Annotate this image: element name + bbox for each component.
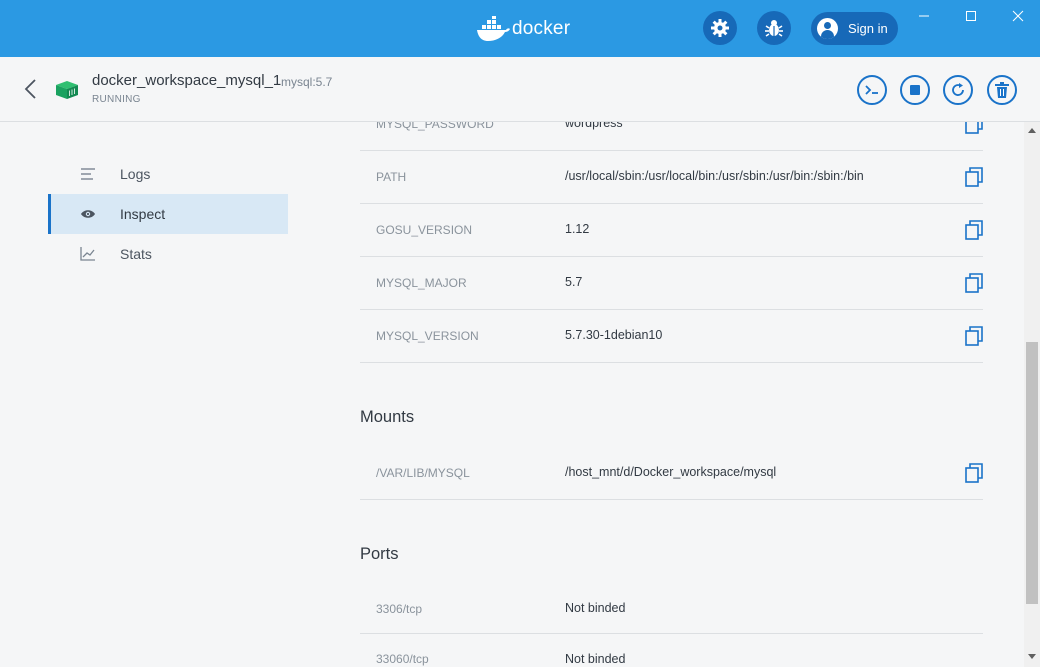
vertical-scrollbar[interactable] <box>1024 122 1040 667</box>
brand-name: docker <box>512 18 571 39</box>
env-key: PATH <box>376 170 407 184</box>
copy-icon[interactable] <box>965 273 983 293</box>
container-name: docker_workspace_mysql_1 <box>92 72 282 89</box>
minimize-button[interactable] <box>914 6 934 26</box>
close-button[interactable] <box>1008 6 1028 26</box>
scroll-up-arrow-icon[interactable] <box>1028 128 1036 133</box>
port-row: 3306/tcp Not binded <box>360 582 983 634</box>
env-value: 5.7.30-1debian10 <box>565 328 663 342</box>
port-key: 33060/tcp <box>376 652 429 666</box>
stop-button[interactable] <box>900 75 930 105</box>
scroll-down-arrow-icon[interactable] <box>1028 654 1036 659</box>
gear-icon <box>711 19 729 37</box>
container-icon <box>56 81 78 104</box>
env-key: MYSQL_MAJOR <box>376 276 467 290</box>
copy-icon[interactable] <box>965 122 983 134</box>
restart-button[interactable] <box>943 75 973 105</box>
container-header: docker_workspace_mysql_1 mysql:5.7 RUNNI… <box>0 57 1040 122</box>
back-button[interactable] <box>22 78 40 100</box>
user-avatar-icon <box>817 18 838 39</box>
docker-logo: docker <box>476 14 570 44</box>
cli-button[interactable] <box>857 75 887 105</box>
ports-title: Ports <box>360 545 399 563</box>
mount-value: /host_mnt/d/Docker_workspace/mysql <box>565 465 777 479</box>
close-icon <box>1012 10 1024 22</box>
env-value: /usr/local/sbin:/usr/local/bin:/usr/sbin… <box>565 169 864 183</box>
container-status: RUNNING <box>92 94 141 105</box>
env-row: GOSU_VERSION 1.12 <box>360 204 983 257</box>
env-value: wordpress <box>565 122 623 130</box>
container-image: mysql:5.7 <box>281 75 333 89</box>
env-key: MYSQL_PASSWORD <box>376 122 494 131</box>
env-row: MYSQL_PASSWORD wordpress <box>360 122 983 151</box>
title-bar: docker Sign in <box>0 0 1040 57</box>
chevron-left-icon <box>24 79 36 99</box>
copy-icon[interactable] <box>965 220 983 240</box>
bug-icon <box>765 20 783 37</box>
minimize-icon <box>919 15 929 17</box>
sign-in-label: Sign in <box>848 21 888 36</box>
env-row: MYSQL_VERSION 5.7.30-1debian10 <box>360 310 983 363</box>
container-cube-icon <box>56 81 78 99</box>
restart-icon <box>952 83 964 96</box>
stop-icon <box>910 85 920 95</box>
env-key: GOSU_VERSION <box>376 223 473 237</box>
delete-button[interactable] <box>987 75 1017 105</box>
port-row: 33060/tcp Not binded <box>360 634 983 667</box>
copy-icon[interactable] <box>965 167 983 187</box>
maximize-button[interactable] <box>961 6 981 26</box>
mount-key: /VAR/LIB/MYSQL <box>376 466 470 480</box>
env-key: MYSQL_VERSION <box>376 329 479 343</box>
env-value: 5.7 <box>565 275 583 289</box>
env-row: PATH /usr/local/sbin:/usr/local/bin:/usr… <box>360 151 983 204</box>
terminal-icon <box>865 85 878 95</box>
inspect-content: MYSQL_PASSWORD wordpress PATH /usr/local… <box>0 122 1024 667</box>
port-value: Not binded <box>565 601 626 615</box>
docker-whale-icon <box>477 16 510 41</box>
settings-button[interactable] <box>703 11 737 45</box>
copy-icon[interactable] <box>965 326 983 346</box>
mounts-title: Mounts <box>360 408 415 426</box>
port-value: Not binded <box>565 652 626 666</box>
troubleshoot-button[interactable] <box>757 11 791 45</box>
trash-icon <box>995 82 1009 98</box>
maximize-icon <box>966 11 976 21</box>
sign-in-button[interactable]: Sign in <box>811 12 898 45</box>
mount-row: /VAR/LIB/MYSQL /host_mnt/d/Docker_worksp… <box>360 447 983 500</box>
port-key: 3306/tcp <box>376 602 423 616</box>
scroll-thumb[interactable] <box>1026 342 1038 604</box>
env-row: MYSQL_MAJOR 5.7 <box>360 257 983 310</box>
copy-icon[interactable] <box>965 463 983 483</box>
env-value: 1.12 <box>565 222 590 236</box>
